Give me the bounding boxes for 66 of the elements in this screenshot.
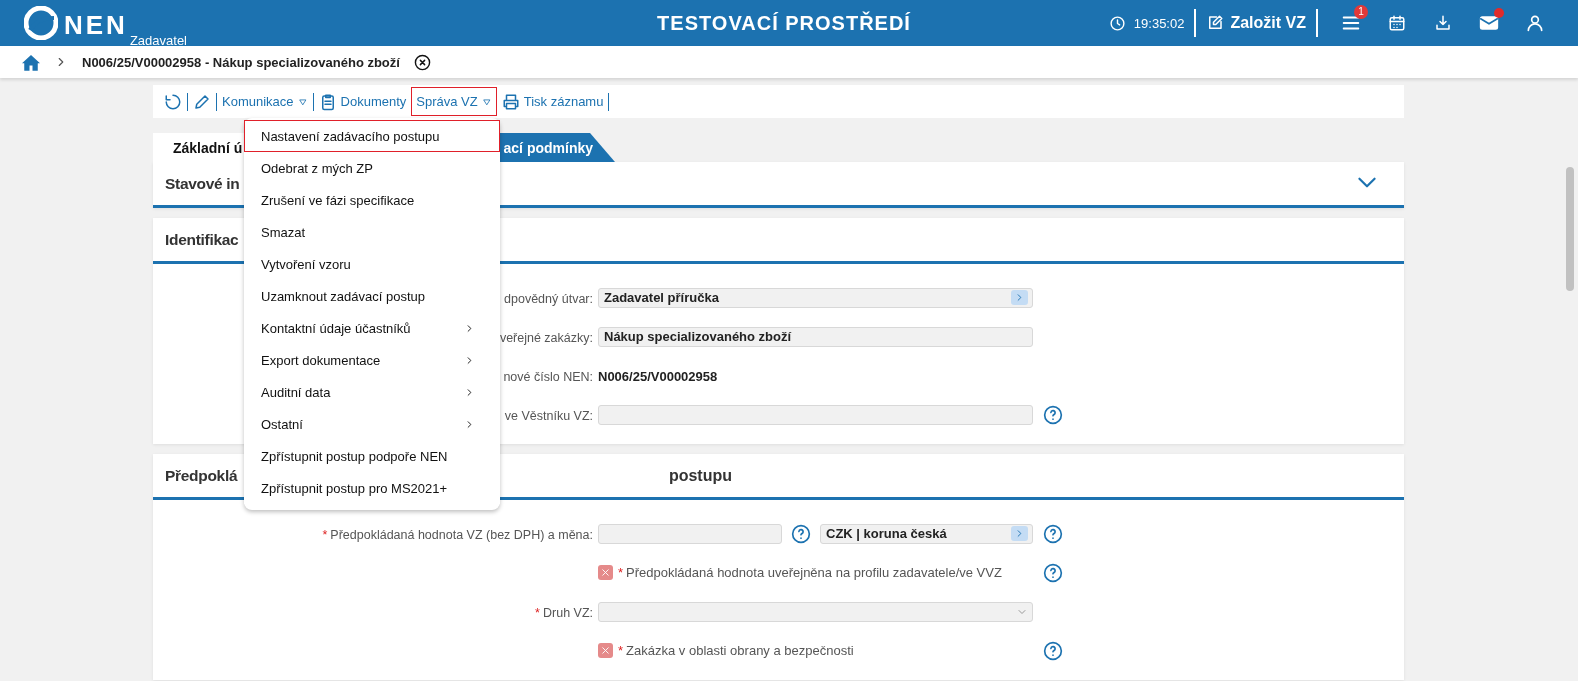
- help-icon: [1043, 404, 1063, 425]
- mail-icon: [1479, 13, 1499, 33]
- text-field[interactable]: [598, 404, 1033, 425]
- menu-item[interactable]: Odebrat z mých ZP: [244, 152, 500, 184]
- help-icon: [791, 523, 811, 544]
- create-button[interactable]: Založit VZ: [1206, 14, 1306, 32]
- field-label: * Druh VZ:: [535, 605, 593, 620]
- field-label: dpovědný útvar:: [504, 291, 593, 306]
- edit-icon: [1206, 14, 1225, 32]
- home-icon: [22, 53, 40, 71]
- checkbox-label: * Předpokládaná hodnota uveřejněna na profilu zadavatele/ve VVZ: [618, 565, 1002, 580]
- toolbar-link[interactable]: Tisk záznamu: [496, 87, 609, 116]
- menu-item[interactable]: Smazat: [244, 216, 500, 248]
- help-icon: [1043, 640, 1063, 661]
- logo-icon: [24, 6, 58, 40]
- download-icon: [1434, 14, 1452, 32]
- dropdown-field[interactable]: [598, 601, 1033, 622]
- field-label: ve Věstníku VZ:: [504, 408, 593, 423]
- clock-icon: [1108, 14, 1126, 32]
- close-icon: [413, 53, 431, 71]
- field-label: veřejné zakázky:: [499, 330, 593, 345]
- currency-select[interactable]: CZK | koruna česká: [820, 523, 1033, 544]
- notification-badge: 1: [1354, 5, 1368, 19]
- menu-item[interactable]: Zrušení ve fázi specifikace: [244, 184, 500, 216]
- pencil-icon: [193, 92, 211, 111]
- section-title: Stavové in: [165, 174, 240, 193]
- clock-time: 19:35:02: [1133, 15, 1185, 31]
- help-button[interactable]: [791, 523, 811, 544]
- close-button[interactable]: [413, 53, 431, 71]
- user-icon: [1525, 13, 1545, 33]
- printer-icon: [501, 92, 520, 111]
- menu-item[interactable]: Nastavení zadávacího postupu: [244, 120, 500, 152]
- checkbox-label: * Zakázka v oblasti obrany a bezpečnosti: [618, 643, 854, 658]
- dropdown-menu-button[interactable]: Správa VZ: [411, 87, 497, 116]
- help-icon: [1043, 523, 1063, 544]
- field-label: * Předpokládaná hodnota VZ (bez DPH) a měna:: [322, 527, 593, 542]
- toolbar-link[interactable]: Dokumenty: [313, 87, 412, 116]
- caret-icon: [297, 96, 308, 107]
- menu-item[interactable]: Zpřístupnit postup pro MS2021+: [244, 472, 500, 504]
- select-field[interactable]: Zadavatel příručka: [598, 287, 1033, 308]
- caret-icon: [481, 96, 492, 107]
- section-title: postupu: [668, 466, 732, 485]
- menu-item[interactable]: Auditní data: [244, 376, 500, 408]
- field-value: N006/25/V00002958: [598, 368, 718, 384]
- menu-button[interactable]: 1: [1328, 4, 1374, 42]
- home-button[interactable]: [22, 53, 40, 71]
- menu-item[interactable]: Kontaktní údaje účastníků: [244, 312, 500, 344]
- scrollbar-thumb[interactable]: [1566, 167, 1574, 291]
- menu-item[interactable]: Zpřístupnit postup podpoře NEN: [244, 440, 500, 472]
- breadcrumb-current: N006/25/V00002958 - Nákup specializovaného zboží: [82, 54, 400, 70]
- logo-subtitle: Zadavatel: [129, 33, 187, 48]
- dropdown-menu-button[interactable]: Komunikace: [217, 87, 313, 116]
- section-title: Předpoklá: [165, 466, 238, 485]
- menu-item[interactable]: Uzamknout zadávací postup: [244, 280, 500, 312]
- refresh-icon: [164, 92, 182, 111]
- environment-title: TESTOVACÍ PROSTŘEDÍ: [656, 11, 912, 35]
- help-icon: [1043, 562, 1063, 583]
- amount-field[interactable]: [598, 523, 782, 544]
- menu-item[interactable]: Vytvoření vzoru: [244, 248, 500, 280]
- calendar-icon: [1388, 14, 1406, 32]
- section-title: Identifikac: [165, 230, 239, 249]
- menu-item[interactable]: Export dokumentace: [244, 344, 500, 376]
- field-label: nové číslo NEN:: [503, 369, 593, 384]
- logo-text: NEN: [64, 10, 128, 40]
- menu-item[interactable]: Ostatní: [244, 408, 500, 440]
- text-field[interactable]: Nákup specializovaného zboží: [598, 326, 1033, 347]
